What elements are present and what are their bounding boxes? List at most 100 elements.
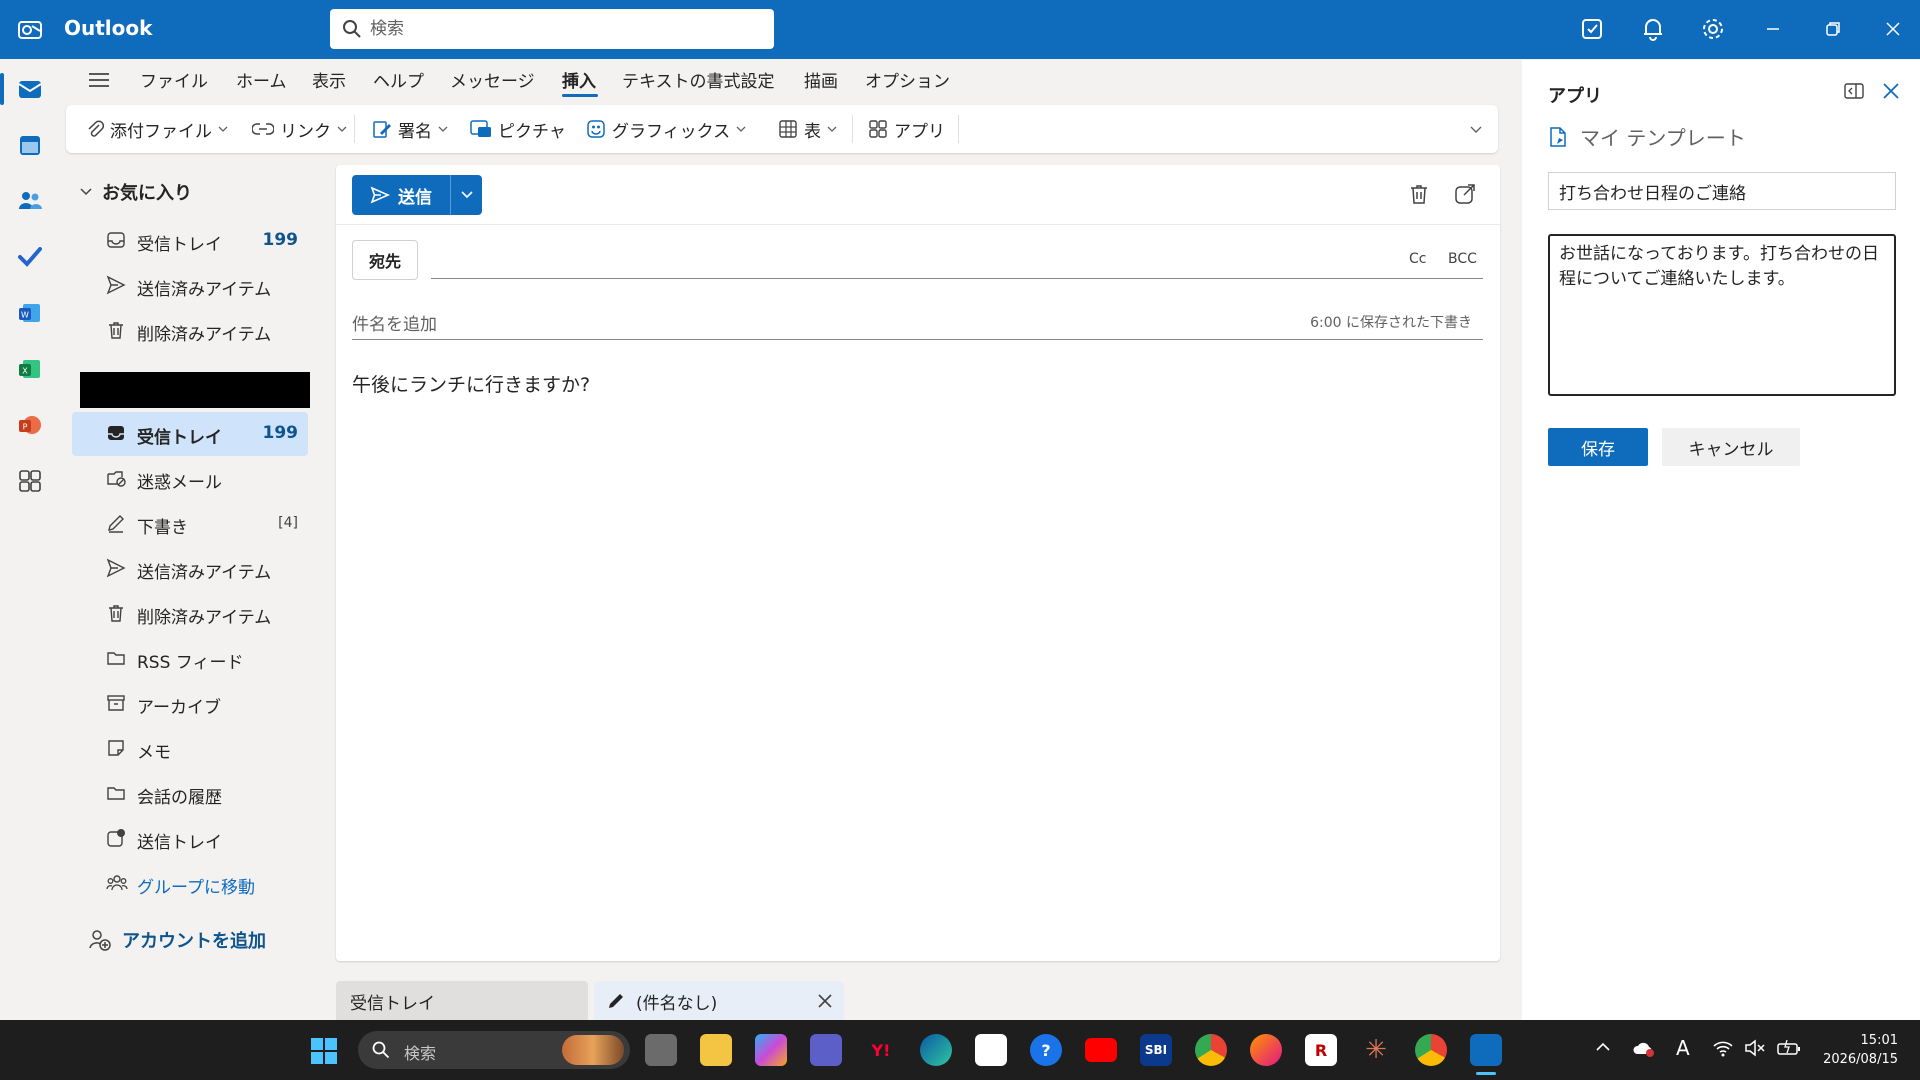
- powerpoint-icon[interactable]: P: [16, 411, 44, 439]
- tab-message[interactable]: メッセージ: [450, 67, 535, 92]
- template-title-input[interactable]: [1548, 172, 1896, 210]
- onedrive-icon[interactable]: [1632, 1038, 1656, 1058]
- tab-help[interactable]: ヘルプ: [373, 67, 424, 92]
- store-icon[interactable]: [975, 1034, 1007, 1066]
- word-icon[interactable]: W: [16, 299, 44, 327]
- tab-draw[interactable]: 描画: [804, 67, 838, 92]
- firefox-icon[interactable]: [1250, 1034, 1282, 1066]
- chevron-down-icon: [80, 188, 92, 196]
- close-icon[interactable]: [818, 994, 832, 1008]
- link-button[interactable]: リンク: [252, 117, 347, 142]
- folder-item-conversation-history[interactable]: 会話の履歴: [72, 772, 308, 816]
- ime-indicator[interactable]: A: [1676, 1036, 1690, 1060]
- task-view-icon[interactable]: [645, 1034, 677, 1066]
- pop-out-icon[interactable]: [1454, 183, 1476, 205]
- edge-icon[interactable]: [920, 1034, 952, 1066]
- close-window-icon[interactable]: [1880, 16, 1906, 42]
- chrome-icon[interactable]: [1195, 1034, 1227, 1066]
- subject-input[interactable]: 件名を追加: [352, 310, 437, 335]
- send-icon: [106, 275, 126, 295]
- folder-item-drafts[interactable]: 下書き [4]: [72, 502, 308, 546]
- discard-trash-icon[interactable]: [1408, 183, 1430, 205]
- folder-item-rss[interactable]: RSS フィード: [72, 637, 308, 681]
- bcc-button[interactable]: BCC: [1448, 251, 1477, 267]
- folder-item-go-to-groups[interactable]: グループに移動: [72, 862, 308, 906]
- folder-item-junk[interactable]: 迷惑メール: [72, 457, 308, 501]
- tab-inbox[interactable]: 受信トレイ: [336, 981, 588, 1021]
- copilot-icon[interactable]: [755, 1034, 787, 1066]
- chevron-up-icon[interactable]: [1596, 1042, 1610, 1052]
- tab-current-draft[interactable]: (件名なし): [594, 981, 844, 1021]
- rakuten-icon[interactable]: R: [1305, 1034, 1337, 1066]
- hamburger-menu-icon[interactable]: [88, 70, 110, 90]
- folder-item-inbox[interactable]: 受信トレイ 199: [72, 412, 308, 456]
- calendar-icon[interactable]: [16, 131, 44, 159]
- to-button[interactable]: 宛先: [352, 240, 418, 280]
- signature-button[interactable]: 署名: [372, 117, 448, 142]
- folder-label: アーカイブ: [137, 698, 221, 718]
- tab-text-format[interactable]: テキストの書式設定: [622, 67, 775, 92]
- tab-insert[interactable]: 挿入: [562, 67, 596, 92]
- folder-item-sent[interactable]: 送信済みアイテム: [72, 547, 308, 591]
- search-input[interactable]: [370, 9, 760, 49]
- search-box[interactable]: [330, 9, 774, 49]
- more-apps-icon[interactable]: [16, 467, 44, 495]
- folder-item-fav-inbox[interactable]: 受信トレイ 199: [72, 219, 308, 263]
- close-pane-icon[interactable]: [1882, 82, 1900, 100]
- folder-item-archive[interactable]: アーカイブ: [72, 682, 308, 726]
- chrome-profile-icon[interactable]: [1415, 1034, 1447, 1066]
- taskbar-clock[interactable]: 15:01 2026/08/15: [1823, 1031, 1898, 1069]
- claude-icon[interactable]: ✳: [1360, 1034, 1392, 1066]
- tab-options[interactable]: オプション: [865, 67, 950, 92]
- account-name-redacted[interactable]: [80, 372, 310, 408]
- table-button[interactable]: 表: [778, 117, 837, 142]
- folder-item-outbox[interactable]: 送信トレイ: [72, 817, 308, 861]
- taskbar-search[interactable]: 検索: [358, 1031, 630, 1069]
- mail-icon[interactable]: [16, 75, 44, 103]
- gear-icon[interactable]: [1700, 16, 1726, 42]
- inbox-icon: [107, 232, 125, 248]
- folder-item-notes[interactable]: メモ: [72, 727, 308, 771]
- outlook-taskbar-icon[interactable]: [1470, 1034, 1502, 1066]
- youtube-icon[interactable]: [1085, 1038, 1117, 1062]
- volume-muted-icon[interactable]: [1744, 1038, 1766, 1058]
- todo-icon[interactable]: [16, 243, 44, 271]
- to-field[interactable]: [431, 278, 1483, 279]
- tasks-icon[interactable]: [1580, 16, 1606, 42]
- picture-button[interactable]: ピクチャ: [470, 117, 566, 142]
- graphics-button[interactable]: グラフィックス: [586, 117, 746, 142]
- people-icon[interactable]: [16, 187, 44, 215]
- chevron-down-icon[interactable]: [1470, 126, 1482, 134]
- folder-item-deleted[interactable]: 削除済みアイテム: [72, 592, 308, 636]
- favorites-header[interactable]: お気に入り: [80, 179, 192, 205]
- send-options-button[interactable]: [450, 175, 482, 215]
- apps-button[interactable]: アプリ: [868, 117, 945, 142]
- minimize-icon[interactable]: [1760, 16, 1786, 42]
- teams-icon[interactable]: [810, 1034, 842, 1066]
- help-icon[interactable]: ?: [1030, 1034, 1062, 1066]
- tab-file[interactable]: ファイル: [140, 67, 208, 92]
- windows-start-icon[interactable]: [310, 1037, 338, 1065]
- attach-file-button[interactable]: 添付ファイル: [86, 117, 228, 142]
- restore-icon[interactable]: [1820, 16, 1846, 42]
- tab-home[interactable]: ホーム: [236, 67, 287, 92]
- cancel-button[interactable]: キャンセル: [1662, 428, 1800, 466]
- bell-icon[interactable]: [1640, 16, 1666, 42]
- wifi-icon[interactable]: [1712, 1038, 1734, 1058]
- excel-icon[interactable]: X: [16, 355, 44, 383]
- message-body[interactable]: 午後にランチに行きますか?: [352, 370, 590, 397]
- save-button[interactable]: 保存: [1548, 428, 1648, 466]
- template-body-textarea[interactable]: お世話になっております。打ち合わせの日程についてご連絡いたします。: [1548, 234, 1896, 396]
- tab-view[interactable]: 表示: [312, 67, 346, 92]
- outbox-icon: [107, 829, 125, 847]
- folder-item-fav-sent[interactable]: 送信済みアイテム: [72, 264, 308, 308]
- send-button[interactable]: 送信: [352, 175, 450, 215]
- sbi-icon[interactable]: SBI: [1140, 1034, 1172, 1066]
- yahoo-icon[interactable]: Y!: [865, 1034, 897, 1066]
- cc-button[interactable]: Cc: [1409, 251, 1426, 267]
- dock-pane-icon[interactable]: [1844, 82, 1864, 100]
- battery-icon[interactable]: [1776, 1038, 1802, 1058]
- folder-item-fav-deleted[interactable]: 削除済みアイテム: [72, 309, 308, 353]
- file-explorer-icon[interactable]: [700, 1034, 732, 1066]
- add-account-button[interactable]: アカウントを追加: [88, 927, 266, 953]
